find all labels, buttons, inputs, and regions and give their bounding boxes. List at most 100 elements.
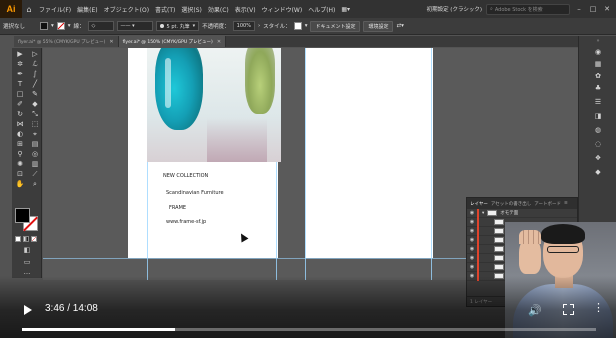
menu-effect[interactable]: 効果(C) xyxy=(205,5,232,14)
stroke-panel-icon[interactable]: ☰ xyxy=(579,98,616,106)
subtitle-text[interactable]: Scandinavian Furniture xyxy=(166,190,224,196)
stock-search-input[interactable]: ⌕ Adobe Stock を検索 xyxy=(486,3,570,15)
arrange-documents-icon[interactable]: ▦▾ xyxy=(338,6,353,13)
zoom-tool-icon[interactable]: ⌕ xyxy=(28,180,42,189)
play-icon[interactable] xyxy=(24,305,32,315)
visibility-eye-icon[interactable]: ◉ xyxy=(467,210,477,216)
stroke-weight-stepper[interactable]: ◇ xyxy=(87,21,114,31)
mesh-tool-icon[interactable]: ⊞ xyxy=(13,140,27,149)
properties-icon[interactable]: ◉ xyxy=(579,48,616,56)
chevron-down-icon[interactable]: ▾ xyxy=(68,23,71,29)
lasso-tool-icon[interactable]: ℒ xyxy=(28,60,42,69)
rotate-tool-icon[interactable]: ↻ xyxy=(13,110,27,119)
brushes-icon[interactable]: ✿ xyxy=(579,72,616,80)
symbols-icon[interactable]: ♣ xyxy=(579,84,616,92)
close-icon[interactable]: ✕ xyxy=(217,39,221,45)
curvature-tool-icon[interactable]: ∫ xyxy=(28,70,42,79)
menu-help[interactable]: ヘルプ(H) xyxy=(305,5,338,14)
menu-window[interactable]: ウィンドウ(W) xyxy=(259,5,306,14)
menu-type[interactable]: 書式(T) xyxy=(152,5,178,14)
shaper-tool-icon[interactable]: ✐ xyxy=(13,100,27,109)
fill-color-box[interactable] xyxy=(15,208,30,223)
more-options-icon[interactable]: ⋮ xyxy=(593,302,604,313)
tab-artboards[interactable]: アートボード xyxy=(534,201,561,207)
line-tool-icon[interactable]: ╱ xyxy=(28,80,42,89)
visibility-eye-icon[interactable]: ◉ xyxy=(467,228,477,234)
url-text[interactable]: www.frame-sf.jp xyxy=(166,219,206,225)
workspace-switcher[interactable]: 初期設定 (クラシック) xyxy=(427,5,482,13)
eraser-tool-icon[interactable]: ◆ xyxy=(28,100,42,109)
chevron-right-icon[interactable]: › xyxy=(258,23,260,29)
layer-name[interactable]: オモテ面 xyxy=(500,210,518,216)
brush-select[interactable]: 5 pt. 丸筆 ▾ xyxy=(155,21,200,31)
type-tool-icon[interactable]: T xyxy=(13,80,27,89)
blend-tool-icon[interactable]: ◎ xyxy=(28,150,42,159)
stroke-swatch[interactable] xyxy=(56,22,65,30)
menu-view[interactable]: 表示(V) xyxy=(232,5,259,14)
pen-tool-icon[interactable]: ✒ xyxy=(13,70,27,79)
magic-wand-tool-icon[interactable]: ✲ xyxy=(13,60,27,69)
close-icon[interactable]: ✕ xyxy=(109,39,113,45)
opacity-field[interactable]: 100% xyxy=(232,21,255,31)
width-tool-icon[interactable]: ⋈ xyxy=(13,120,27,129)
layer-row[interactable]: ◉ ▾ オモテ面 xyxy=(467,208,577,218)
home-icon[interactable]: ⌂ xyxy=(22,5,36,14)
panel-menu-icon[interactable]: ≡ xyxy=(564,201,568,206)
menu-select[interactable]: 選択(S) xyxy=(178,5,205,14)
maximize-icon[interactable]: □ xyxy=(588,5,598,13)
product-photo[interactable] xyxy=(147,48,281,162)
chevron-down-icon[interactable]: ▾ xyxy=(482,211,484,216)
fullscreen-icon[interactable] xyxy=(563,304,574,315)
close-icon[interactable]: ✕ xyxy=(602,5,612,13)
document-setup-button[interactable]: ドキュメント設定 xyxy=(310,20,361,32)
screen-mode-icon[interactable]: ▭ xyxy=(12,258,42,266)
arrange-icon[interactable]: ⇄▾ xyxy=(396,23,403,29)
tab-flyer-150[interactable]: flyer.ai* @ 150% (CMYK/GPU プレビュー) ✕ xyxy=(118,36,227,47)
shape-builder-tool-icon[interactable]: ◐ xyxy=(13,130,27,139)
preferences-button[interactable]: 環境設定 xyxy=(363,20,394,32)
fill-stroke-control[interactable] xyxy=(15,208,39,232)
symbol-sprayer-tool-icon[interactable]: ✺ xyxy=(13,160,27,169)
visibility-eye-icon[interactable]: ◉ xyxy=(467,255,477,261)
video-progress-bar[interactable] xyxy=(22,328,596,331)
eyedropper-tool-icon[interactable]: ⚲ xyxy=(13,150,27,159)
chevron-down-icon[interactable]: ▾ xyxy=(305,23,308,29)
appearance-icon[interactable]: ◌ xyxy=(579,140,616,148)
minimize-icon[interactable]: – xyxy=(574,5,584,13)
visibility-eye-icon[interactable]: ◉ xyxy=(467,246,477,252)
menu-file[interactable]: ファイル(F) xyxy=(36,5,74,14)
variable-width-select[interactable]: —— ▾ xyxy=(116,21,153,31)
headline-text[interactable]: NEW COLLECTION xyxy=(163,173,208,179)
artboard-tool-icon[interactable]: ⊡ xyxy=(13,170,27,179)
slice-tool-icon[interactable]: ⟋ xyxy=(28,170,42,179)
transparency-icon[interactable]: ◍ xyxy=(579,126,616,134)
tab-flyer-55[interactable]: flyer.ai* @ 55% (CMYK/GPU プレビュー) ✕ xyxy=(14,36,119,47)
free-transform-tool-icon[interactable]: ⬚ xyxy=(28,120,42,129)
hand-tool-icon[interactable]: ✋ xyxy=(13,180,27,189)
chevron-down-icon[interactable]: ▾ xyxy=(51,23,54,29)
graphic-styles-icon[interactable]: ❖ xyxy=(579,154,616,162)
visibility-eye-icon[interactable]: ◉ xyxy=(467,264,477,270)
brand-text[interactable]: FRAME xyxy=(169,205,186,211)
scale-tool-icon[interactable]: ⤡ xyxy=(28,110,42,119)
selection-tool-icon[interactable]: ▶ xyxy=(13,50,27,59)
rectangle-tool-icon[interactable]: □ xyxy=(13,90,27,99)
collapse-panels-icon[interactable]: » xyxy=(579,38,616,44)
gradient-icon[interactable] xyxy=(23,236,29,242)
paintbrush-tool-icon[interactable]: ✎ xyxy=(28,90,42,99)
menu-object[interactable]: オブジェクト(O) xyxy=(101,5,152,14)
fill-swatch[interactable] xyxy=(40,22,48,30)
layers-icon[interactable]: ◆ xyxy=(579,168,616,176)
color-icon[interactable] xyxy=(15,236,21,242)
volume-icon[interactable]: 🔊 xyxy=(528,304,542,317)
draw-mode-icon[interactable]: ◧ xyxy=(12,246,42,254)
direct-selection-tool-icon[interactable]: ▷ xyxy=(28,50,42,59)
swatches-icon[interactable]: ▦ xyxy=(579,60,616,68)
tab-asset-export[interactable]: アセットの書き出し xyxy=(491,201,531,207)
perspective-grid-tool-icon[interactable]: ⌖ xyxy=(28,130,42,139)
visibility-eye-icon[interactable]: ◉ xyxy=(467,219,477,225)
gradient-tool-icon[interactable]: ▤ xyxy=(28,140,42,149)
column-graph-tool-icon[interactable]: ▥ xyxy=(28,160,42,169)
style-swatch[interactable] xyxy=(293,22,302,30)
gradient-panel-icon[interactable]: ◨ xyxy=(579,112,616,120)
